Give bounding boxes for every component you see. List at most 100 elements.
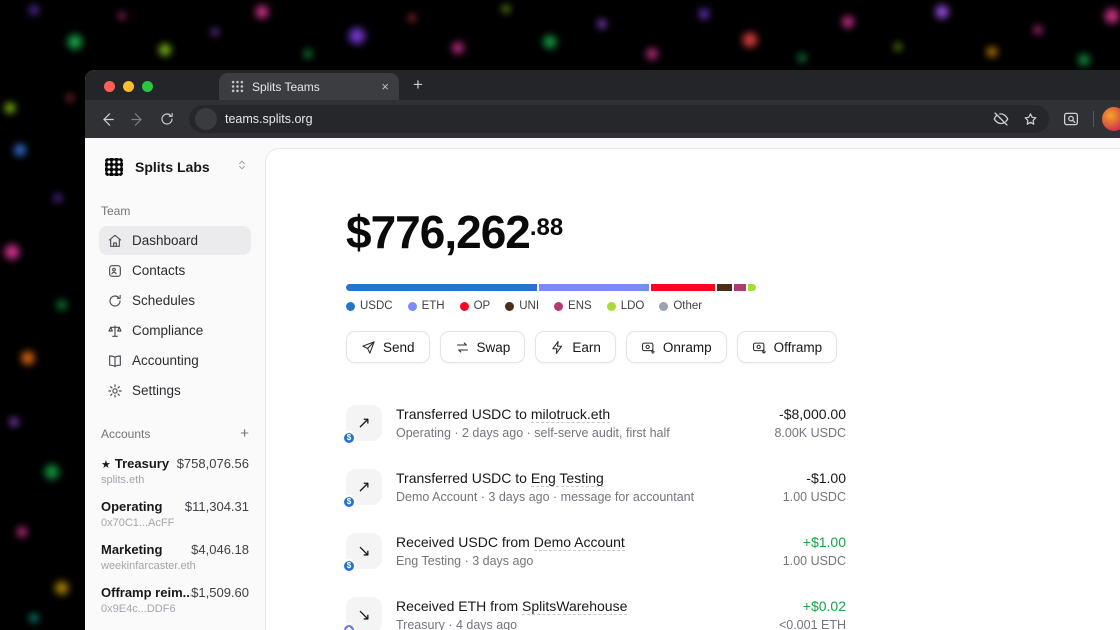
usdc-token-icon: $: [342, 431, 356, 445]
account-item-operating[interactable]: Operating $11,304.31 0x70C1...AcFF: [99, 493, 251, 536]
team-section-label: Team: [101, 204, 131, 218]
allocation-segment-uni: [717, 284, 732, 291]
account-subtitle: splits.eth: [101, 474, 145, 486]
sidebar-item-compliance[interactable]: Compliance: [99, 316, 251, 345]
allocation-segment-usdc: [346, 284, 537, 291]
legend-label: Other: [673, 300, 703, 312]
browser-window: Splits Teams × + teams.splits.org Splits…: [85, 70, 1120, 630]
allocation-segment-ldo: [747, 284, 756, 291]
scales-icon: [108, 324, 122, 337]
transaction-row[interactable]: ↗ $ Transferred USDC to milotruck.eth Op…: [342, 391, 846, 455]
maximize-window-button[interactable]: [142, 81, 153, 92]
home-icon: [108, 234, 122, 247]
offramp-card-icon: [752, 342, 766, 354]
sidebar-item-dashboard[interactable]: Dashboard: [99, 226, 251, 255]
close-window-button[interactable]: [104, 81, 115, 92]
recipient-link[interactable]: Eng Testing: [530, 470, 604, 487]
window-controls: [85, 81, 171, 100]
search-tabs-button[interactable]: [1057, 105, 1085, 133]
allocation-segment-eth: [538, 284, 649, 291]
action-buttons: Send Swap Earn Onramp Offramp: [346, 331, 846, 363]
outgoing-arrow-icon: ↗ $: [342, 469, 382, 509]
transaction-row[interactable]: ↘ ◆ Received ETH from SplitsWarehouse Tr…: [342, 583, 846, 630]
sidebar-item-accounting[interactable]: Accounting: [99, 346, 251, 375]
sidebar-item-label: Dashboard: [132, 233, 199, 248]
sidebar-item-settings[interactable]: Settings: [99, 376, 251, 405]
star-icon: ★: [101, 459, 111, 471]
bookmark-star-icon[interactable]: [1022, 111, 1039, 128]
sender-link[interactable]: Demo Account: [533, 534, 625, 551]
add-account-button[interactable]: +: [240, 425, 249, 442]
recipient-link[interactable]: milotruck.eth: [530, 406, 611, 423]
legend-item-ens: ENS: [554, 300, 592, 312]
legend-item-other: Other: [659, 300, 702, 312]
legend-item-eth: ETH: [407, 300, 445, 312]
legend-swatch: [606, 301, 616, 311]
account-name: Offramp reim...: [101, 585, 192, 600]
legend-swatch: [407, 301, 417, 311]
account-value: $11,304.31: [184, 499, 249, 514]
reload-button[interactable]: [153, 105, 181, 133]
toolbar-divider: [1093, 111, 1094, 127]
sidebar-item-contacts[interactable]: Contacts: [99, 256, 251, 285]
splits-favicon-icon: [231, 80, 244, 93]
extension-icon[interactable]: [1102, 107, 1120, 131]
onramp-button[interactable]: Onramp: [625, 331, 727, 363]
transaction-title: Transferred USDC to milotruck.eth: [396, 406, 611, 423]
usdc-token-icon: $: [342, 559, 356, 573]
splits-labs-logo-icon: [101, 154, 127, 180]
account-name: Treasury: [114, 456, 170, 471]
account-item-offramp-reimbursement[interactable]: Offramp reim... $1,509.60 0x9E4c...DDF6: [99, 579, 251, 622]
legend-label: OP: [473, 300, 491, 312]
incoming-arrow-icon: ↘ ◆: [342, 597, 382, 630]
sidebar-item-schedules[interactable]: Schedules: [99, 286, 251, 315]
back-button[interactable]: [93, 105, 121, 133]
legend-swatch: [346, 301, 355, 311]
allocation-segment-ens: [733, 284, 746, 291]
tune-icon: [200, 113, 213, 126]
transaction-list: ↗ $ Transferred USDC to milotruck.eth Op…: [342, 391, 846, 630]
sender-link[interactable]: SplitsWarehouse: [522, 598, 628, 615]
legend-item-uni: UNI: [505, 300, 539, 312]
account-item-marketing[interactable]: Marketing $4,046.18 weekinfarcaster.eth: [99, 536, 251, 579]
minimize-window-button[interactable]: [123, 81, 134, 92]
earn-button[interactable]: Earn: [535, 331, 616, 363]
legend-swatch: [459, 301, 469, 311]
lightning-icon: [552, 340, 563, 354]
incoming-arrow-icon: ↘ $: [342, 533, 382, 573]
account-item-treasury[interactable]: ★ Treasury $758,076.56 splits.eth: [99, 450, 251, 493]
legend-label: UNI: [519, 300, 540, 312]
address-bar[interactable]: teams.splits.org: [189, 105, 1049, 133]
sidebar-item-label: Schedules: [132, 293, 196, 308]
sidebar-item-label: Compliance: [132, 323, 204, 338]
legend-swatch: [505, 301, 515, 311]
legend-item-op: OP: [459, 300, 491, 312]
sidebar-item-label: Settings: [132, 383, 181, 398]
legend-label: ETH: [421, 300, 445, 312]
back-arrow-icon: [102, 112, 114, 126]
swap-icon: [456, 341, 468, 353]
account-subtitle: 0x9E4c...DDF6: [101, 603, 176, 615]
send-icon: [362, 340, 375, 354]
new-tab-button[interactable]: +: [399, 75, 423, 100]
account-item-eng-testing[interactable]: Eng Testing $261.00: [99, 622, 251, 630]
send-button[interactable]: Send: [346, 331, 430, 363]
chevron-up-down-icon: [235, 158, 249, 177]
forward-button[interactable]: [123, 105, 151, 133]
tab-close-icon[interactable]: ×: [379, 78, 391, 95]
password-eye-off-icon[interactable]: [992, 110, 1010, 128]
offramp-button[interactable]: Offramp: [736, 331, 838, 363]
contact-card-icon: [109, 264, 121, 277]
transaction-meta: Demo Account · 3 days ago · message for …: [396, 490, 695, 504]
swap-button[interactable]: Swap: [439, 331, 526, 363]
transaction-row[interactable]: ↗ $ Transferred USDC to Eng Testing Demo…: [342, 455, 846, 519]
transaction-meta: Operating · 2 days ago · self-serve audi…: [396, 426, 670, 440]
site-settings-button[interactable]: [195, 108, 217, 130]
account-value: $758,076.56: [176, 456, 249, 471]
transaction-row[interactable]: ↘ $ Received USDC from Demo Account Eng …: [342, 519, 846, 583]
browser-tab-splits-teams[interactable]: Splits Teams ×: [219, 73, 399, 100]
allocation-legend: USDC ETH OP UNI ENS LDO Other: [346, 300, 786, 312]
balance-cents: .88: [529, 214, 564, 241]
team-switcher[interactable]: Splits Labs: [99, 152, 251, 182]
url-text[interactable]: teams.splits.org: [225, 112, 984, 126]
